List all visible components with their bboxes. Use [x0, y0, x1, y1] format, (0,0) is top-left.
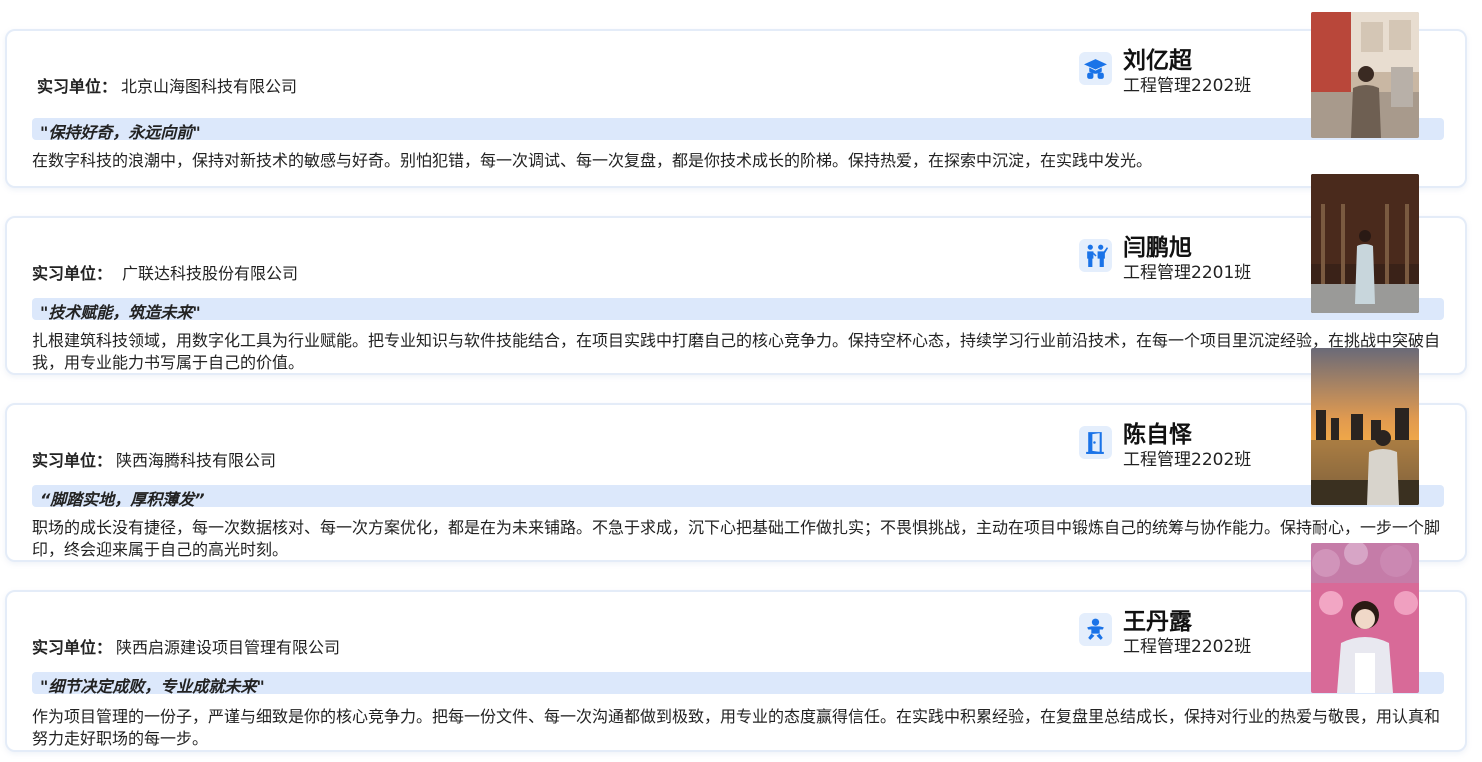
- card-description: 在数字科技的浪潮中，保持对新技术的敏感与好奇。别怕犯错，每一次调试、每一次复盘，…: [32, 151, 1153, 170]
- door-icon: [1079, 426, 1112, 459]
- quote-bar: "技术赋能，筑造未来": [32, 298, 1444, 322]
- student-card: 实习单位： 广联达科技股份有限公司 "技术赋能，筑造未来" 扎根建筑科技领域，用数…: [5, 216, 1467, 375]
- student-photo: [1311, 348, 1419, 505]
- quote-bar: "保持好奇，永远向前": [32, 118, 1444, 142]
- student-class: 工程管理2202班: [1123, 637, 1252, 657]
- student-class: 工程管理2201班: [1123, 263, 1252, 283]
- student-name: 刘亿超: [1123, 48, 1192, 74]
- student-name: 王丹露: [1123, 609, 1192, 635]
- card-description: 职场的成长没有捷径，每一次数据核对、每一次方案优化，都是在为未来铺路。不急于求成…: [32, 518, 1441, 559]
- quote-bar: “脚踏实地，厚积薄发”: [32, 485, 1444, 509]
- motto-quote: "技术赋能，筑造未来": [40, 303, 201, 322]
- unit-name: 陕西启源建设项目管理有限公司: [116, 638, 341, 657]
- people-icon: [1079, 239, 1112, 272]
- card-description: 作为项目管理的一份子，严谨与细致是你的核心竞争力。把每一份文件、每一次沟通都做到…: [32, 707, 1441, 748]
- unit-name: 陕西海腾科技有限公司: [116, 451, 277, 470]
- quote-bar: "细节决定成败，专业成就未来": [32, 672, 1444, 696]
- student-class: 工程管理2202班: [1123, 450, 1252, 470]
- student-card: 实习单位： 陕西启源建设项目管理有限公司 "细节决定成败，专业成就未来" 作为项目…: [5, 590, 1467, 752]
- unit-label: 实习单位：: [32, 638, 113, 657]
- internship-unit: 实习单位： 广联达科技股份有限公司: [32, 260, 298, 284]
- student-card: 实习单位： 陕西海腾科技有限公司 “脚踏实地，厚积薄发” 职场的成长没有捷径，每一…: [5, 403, 1467, 562]
- unit-name: 广联达科技股份有限公司: [122, 264, 299, 283]
- internship-unit: 实习单位： 陕西启源建设项目管理有限公司: [32, 634, 340, 658]
- unit-label: 实习单位：: [37, 77, 118, 96]
- internship-unit: 实习单位： 陕西海腾科技有限公司: [32, 447, 276, 471]
- baby-icon: [1079, 613, 1112, 646]
- student-name: 陈自怿: [1123, 422, 1192, 448]
- unit-name: 北京山海图科技有限公司: [121, 77, 298, 96]
- motto-quote: “脚踏实地，厚积薄发”: [40, 490, 205, 509]
- card-description: 扎根建筑科技领域，用数字化工具为行业赋能。把专业知识与软件技能结合，在项目实践中…: [32, 331, 1441, 372]
- student-name: 闫鹏旭: [1123, 235, 1192, 261]
- unit-label: 实习单位：: [32, 264, 113, 283]
- graduate-icon: [1079, 52, 1112, 85]
- student-photo: [1311, 12, 1419, 138]
- motto-quote: "细节决定成败，专业成就未来": [40, 677, 265, 696]
- student-card: 实习单位： 北京山海图科技有限公司 "保持好奇，永远向前" 在数字科技的浪潮中，保…: [5, 29, 1467, 188]
- student-photo: [1311, 174, 1419, 313]
- student-class: 工程管理2202班: [1123, 76, 1252, 96]
- unit-label: 实习单位：: [32, 451, 113, 470]
- internship-unit: 实习单位： 北京山海图科技有限公司: [37, 73, 297, 97]
- motto-quote: "保持好奇，永远向前": [40, 123, 201, 142]
- student-photo: [1311, 543, 1419, 693]
